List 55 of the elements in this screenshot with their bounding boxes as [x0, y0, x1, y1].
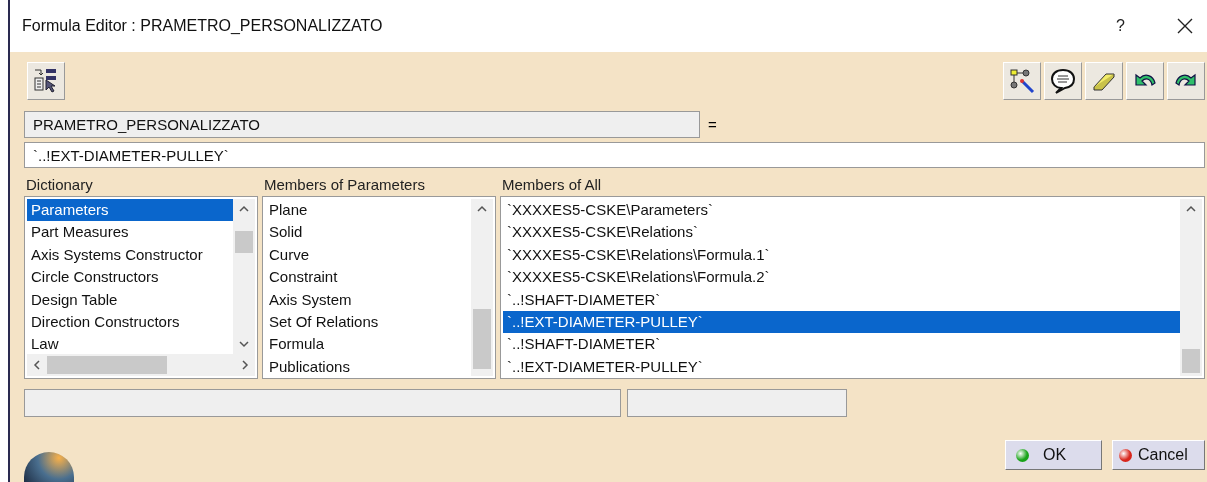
list-item[interactable]: Formula [265, 333, 471, 356]
cancel-button[interactable]: Cancel [1112, 440, 1205, 470]
list-item[interactable]: `XXXXES5-CSKE\Relations\Formula.2` [503, 266, 1180, 289]
list-item[interactable]: Publications [265, 355, 471, 376]
scroll-up-icon[interactable] [239, 205, 249, 213]
vertical-scrollbar[interactable] [1180, 199, 1202, 376]
list-item[interactable]: Parameters [27, 199, 233, 222]
list-item[interactable]: `..!SHAFT-DIAMETER` [503, 288, 1180, 311]
scroll-thumb[interactable] [235, 231, 253, 253]
horizontal-scrollbar[interactable] [27, 354, 255, 376]
logo-drawing [24, 452, 74, 482]
scroll-thumb[interactable] [1182, 349, 1200, 373]
speech-bubble-icon[interactable] [1044, 62, 1082, 100]
parameter-name-field: PRAMETRO_PERSONALIZZATO [24, 111, 700, 138]
list-item[interactable]: Circle Constructors [27, 266, 233, 289]
list-item[interactable]: Law [27, 333, 233, 354]
list-item[interactable]: `..!EXT-DIAMETER-PULLEY` [503, 310, 1180, 334]
scroll-up-icon[interactable] [477, 205, 487, 213]
scroll-left-icon[interactable] [33, 360, 41, 370]
help-button[interactable]: ? [1116, 17, 1125, 35]
scroll-down-icon[interactable] [239, 340, 249, 348]
list-label: Members of All [501, 175, 603, 195]
scroll-right-icon[interactable] [241, 360, 249, 370]
redo-icon[interactable] [1167, 62, 1205, 100]
scroll-up-icon[interactable] [1186, 205, 1196, 213]
list-label: Members of Parameters [263, 175, 426, 195]
list-item[interactable]: Solid [265, 221, 471, 244]
list-item[interactable]: Direction Constructors [27, 310, 233, 334]
list-item[interactable]: `XXXXES5-CSKE\Parameters` [503, 199, 1180, 222]
parameter-tree-icon[interactable] [27, 62, 65, 100]
vertical-scrollbar[interactable] [471, 199, 493, 376]
list-item[interactable]: `XXXXES5-CSKE\Relations` [503, 221, 1180, 244]
list-item[interactable]: Axis Systems Constructor [27, 243, 233, 267]
vertical-scrollbar[interactable] [233, 199, 255, 354]
window-title: Formula Editor : PRAMETRO_PERSONALIZZATO [22, 17, 384, 35]
list-item[interactable]: Set Of Relations [265, 310, 471, 334]
list-item[interactable]: Design Table [27, 288, 233, 311]
list-item[interactable]: Curve [265, 243, 471, 267]
list-item[interactable]: Plane [265, 199, 471, 222]
list-item[interactable]: `..!EXT-DIAMETER-PULLEY` [503, 355, 1180, 376]
formula-input-field[interactable]: `..!EXT-DIAMETER-PULLEY` [24, 142, 1205, 168]
list-item[interactable]: Part Measures [27, 221, 233, 244]
list-label: Dictionary [25, 175, 94, 195]
scroll-thumb[interactable] [473, 309, 491, 369]
eraser-icon[interactable] [1085, 62, 1123, 100]
close-icon[interactable] [1177, 18, 1193, 34]
equals-sign: = [708, 116, 717, 133]
list-item[interactable]: `XXXXES5-CSKE\Relations\Formula.1` [503, 243, 1180, 267]
list-item[interactable]: Axis System [265, 288, 471, 311]
undo-icon[interactable] [1126, 62, 1164, 100]
list-item[interactable]: Constraint [265, 266, 471, 289]
diagram-wand-icon[interactable] [1003, 62, 1041, 100]
list-item[interactable]: `..!SHAFT-DIAMETER` [503, 333, 1180, 356]
ok-button[interactable]: OK [1005, 440, 1102, 470]
scroll-thumb[interactable] [47, 356, 167, 374]
